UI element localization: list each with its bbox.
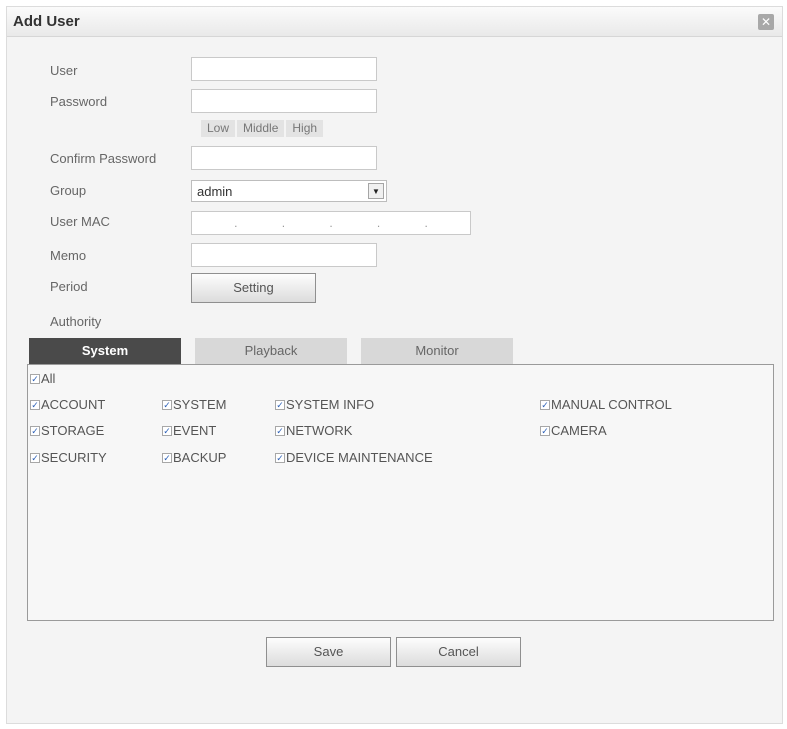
cancel-button[interactable]: Cancel xyxy=(396,637,521,667)
checkbox-label: NETWORK xyxy=(286,423,353,438)
check-icon[interactable]: ✓ xyxy=(540,425,550,436)
check-icon[interactable]: ✓ xyxy=(275,399,285,410)
password-label: Password xyxy=(50,94,108,109)
checkbox-device-maintenance[interactable]: ✓ DEVICE MAINTENANCE xyxy=(275,450,433,465)
checkbox-label: SYSTEM INFO xyxy=(286,397,375,412)
dialog-titlebar: Add User ✕ xyxy=(7,7,782,37)
tab-system[interactable]: System xyxy=(29,338,181,364)
checkbox-security[interactable]: ✓ SECURITY xyxy=(30,450,107,465)
checkbox-system[interactable]: ✓ SYSTEM xyxy=(162,397,226,412)
checkbox-manual-control[interactable]: ✓ MANUAL CONTROL xyxy=(540,397,672,412)
confirm-password-label: Confirm Password xyxy=(50,151,157,166)
strength-middle: Middle xyxy=(237,120,285,137)
checkbox-label: SECURITY xyxy=(41,450,107,465)
checkbox-label: CAMERA xyxy=(551,423,607,438)
authority-label: Authority xyxy=(50,314,102,329)
group-select-value: admin xyxy=(197,184,233,199)
password-input[interactable] xyxy=(191,89,377,113)
group-label: Group xyxy=(50,183,87,198)
check-icon[interactable]: ✓ xyxy=(162,452,172,463)
checkbox-all[interactable]: ✓ All xyxy=(30,371,55,386)
memo-input[interactable] xyxy=(191,243,377,267)
checkbox-label: BACKUP xyxy=(173,450,227,465)
close-icon[interactable]: ✕ xyxy=(758,14,774,30)
dialog-title: Add User xyxy=(13,13,80,30)
save-button[interactable]: Save xyxy=(266,637,391,667)
check-icon[interactable]: ✓ xyxy=(275,452,285,463)
mac-separator: . xyxy=(376,216,381,230)
checkbox-label: All xyxy=(41,371,56,386)
check-icon[interactable]: ✓ xyxy=(162,425,172,436)
period-label: Period xyxy=(50,279,88,294)
user-mac-label: User MAC xyxy=(50,214,110,229)
check-icon[interactable]: ✓ xyxy=(162,399,172,410)
strength-high: High xyxy=(286,120,324,137)
confirm-password-input[interactable] xyxy=(191,146,377,170)
check-icon[interactable]: ✓ xyxy=(540,399,550,410)
checkbox-storage[interactable]: ✓ STORAGE xyxy=(30,423,104,438)
checkbox-label: MANUAL CONTROL xyxy=(551,397,672,412)
group-select[interactable]: admin ▼ xyxy=(191,180,387,202)
checkbox-label: EVENT xyxy=(173,423,217,438)
checkbox-event[interactable]: ✓ EVENT xyxy=(162,423,216,438)
checkbox-network[interactable]: ✓ NETWORK xyxy=(275,423,352,438)
password-strength-meter: Low Middle High xyxy=(201,120,324,137)
checkbox-camera[interactable]: ✓ CAMERA xyxy=(540,423,607,438)
checkbox-account[interactable]: ✓ ACCOUNT xyxy=(30,397,105,412)
checkbox-label: DEVICE MAINTENANCE xyxy=(286,450,433,465)
checkbox-label: SYSTEM xyxy=(173,397,227,412)
add-user-dialog: Add User ✕ User Password Low Middle High… xyxy=(6,6,783,724)
mac-separator: . xyxy=(329,216,333,230)
mac-separator: . xyxy=(424,216,428,230)
checkbox-label: STORAGE xyxy=(41,423,105,438)
check-icon[interactable]: ✓ xyxy=(30,425,40,436)
check-icon[interactable]: ✓ xyxy=(30,452,40,463)
dropdown-arrow-icon[interactable]: ▼ xyxy=(368,183,384,199)
user-input[interactable] xyxy=(191,57,377,81)
check-icon[interactable]: ✓ xyxy=(30,399,40,410)
tab-monitor[interactable]: Monitor xyxy=(361,338,513,364)
checkbox-label: ACCOUNT xyxy=(41,397,106,412)
strength-low: Low xyxy=(201,120,236,137)
mac-separator: . xyxy=(281,216,286,230)
check-icon[interactable]: ✓ xyxy=(275,425,285,436)
user-mac-input[interactable]: . . . . . xyxy=(191,211,471,235)
check-icon[interactable]: ✓ xyxy=(30,373,40,384)
period-setting-button[interactable]: Setting xyxy=(191,273,316,303)
checkbox-system-info[interactable]: ✓ SYSTEM INFO xyxy=(275,397,374,412)
memo-label: Memo xyxy=(50,248,87,263)
authority-panel: ✓ All ✓ ACCOUNT ✓ SYSTEM ✓ SYSTEM INFO ✓… xyxy=(27,364,774,621)
tab-playback[interactable]: Playback xyxy=(195,338,347,364)
checkbox-backup[interactable]: ✓ BACKUP xyxy=(162,450,226,465)
authority-tabs: System Playback Monitor xyxy=(29,338,527,364)
user-label: User xyxy=(50,63,78,78)
mac-separator: . xyxy=(234,216,238,230)
